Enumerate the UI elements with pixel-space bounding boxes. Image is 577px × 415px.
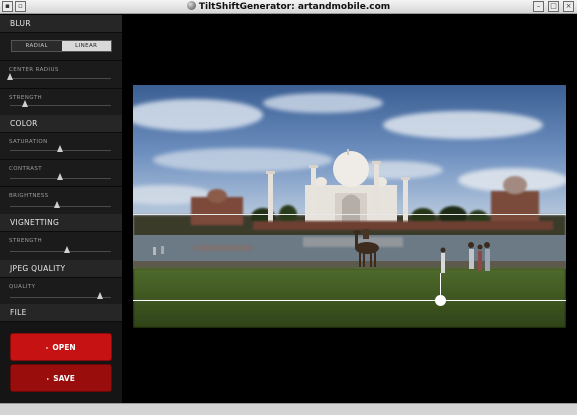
center-radius-slider[interactable] [6,73,111,80]
preview-photo[interactable] [133,85,566,328]
section-header-jpeg-quality: JPEG QUALITY [0,260,122,277]
quality-slider[interactable] [10,292,111,299]
quality-slider-thumb[interactable] [97,292,104,299]
vignetting-strength-slider-thumb[interactable] [64,246,71,253]
center-radius-label: CENTER RADIUS [9,67,59,73]
contrast-slider-thumb[interactable] [57,173,63,180]
blur-mode-row: RADIAL LINEAR [0,32,122,60]
focus-band-bottom-line[interactable] [133,300,566,301]
maximize-icon[interactable]: □ [548,1,559,12]
brightness-label: BRIGHTNESS [9,193,49,199]
focus-band-handle[interactable] [435,295,446,306]
section-header-vignetting: VIGNETTING [0,214,122,231]
center-radius-slider-thumb[interactable] [6,73,13,80]
open-arrow-icon: ▸ [46,345,49,350]
save-arrow-icon: ▸ [47,376,50,381]
section-header-color: COLOR [0,115,122,132]
vignetting-strength-row: STRENGTH [0,231,122,260]
brightness-row: BRIGHTNESS [0,186,122,214]
saturation-slider[interactable] [10,145,111,152]
open-button[interactable]: ▸ OPEN [10,333,112,361]
open-button-label: OPEN [52,343,76,352]
app-window: ▪ ▫ TiltShiftGenerator: artandmobile.com… [0,0,577,415]
title-bar[interactable]: ▪ ▫ TiltShiftGenerator: artandmobile.com… [0,0,577,14]
app-icon [186,1,196,10]
blur-strength-slider[interactable] [10,100,111,107]
contrast-label: CONTRAST [9,166,43,172]
close-icon[interactable]: × [563,1,574,12]
vignetting-strength-slider[interactable] [10,246,111,253]
blur-mode-toggle[interactable]: RADIAL LINEAR [11,40,112,52]
brightness-slider[interactable] [10,201,111,208]
focus-band-top-line[interactable] [133,214,566,215]
blur-strength-slider-thumb[interactable] [21,100,28,107]
quality-row: QUALITY [0,277,122,304]
minimize-icon[interactable]: – [533,1,544,12]
contrast-row: CONTRAST [0,159,122,186]
section-header-file: FILE [0,304,122,321]
window-title: TiltShiftGenerator: artandmobile.com [198,2,391,12]
window-title-area: TiltShiftGenerator: artandmobile.com [0,0,577,14]
preview-canvas [123,15,577,403]
center-radius-row: CENTER RADIUS [0,60,122,88]
settings-sidebar: BLUR RADIAL LINEAR CENTER RADIUS STRENGT… [0,15,122,403]
saturation-row: SATURATION [0,132,122,159]
blur-mode-linear-button[interactable]: LINEAR [61,41,111,51]
saturation-slider-thumb[interactable] [57,145,63,152]
contrast-slider[interactable] [10,173,111,180]
saturation-label: SATURATION [9,139,48,145]
blur-strength-row: STRENGTH [0,88,122,115]
vignetting-strength-label: STRENGTH [9,238,43,244]
save-button-label: SAVE [53,374,75,383]
section-header-blur: BLUR [0,15,122,32]
taj-mahal-photo [133,85,566,328]
save-button[interactable]: ▸ SAVE [10,364,112,392]
brightness-slider-thumb[interactable] [53,201,60,208]
window-bottom-border [0,403,577,415]
blur-mode-radial-button[interactable]: RADIAL [12,41,62,51]
quality-label: QUALITY [9,284,36,290]
